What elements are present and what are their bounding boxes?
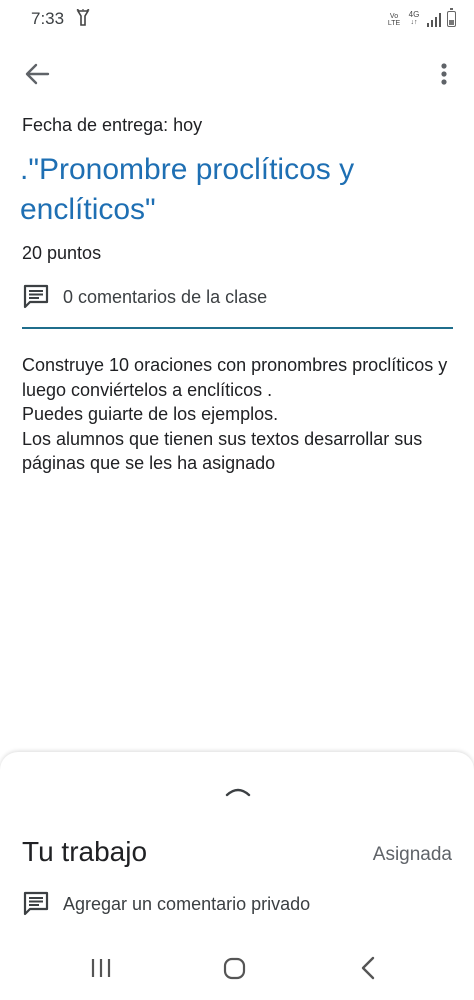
more-options-button[interactable] xyxy=(434,58,454,90)
due-date: Fecha de entrega: hoy xyxy=(22,115,203,135)
recents-button[interactable] xyxy=(90,958,112,978)
status-icons: Vo LTE 4G ↓↑ xyxy=(387,8,456,27)
comment-icon xyxy=(23,891,49,916)
add-private-comment-button[interactable]: Agregar un comentario privado xyxy=(22,890,310,918)
home-button[interactable] xyxy=(223,957,246,980)
assignment-title: ."Pronombre proclíticos y enclíticos" xyxy=(20,153,355,226)
class-comments-label: 0 comentarios de la clase xyxy=(63,286,268,307)
private-comment-label: Agregar un comentario privado xyxy=(63,893,311,914)
comment-icon xyxy=(23,284,49,309)
back-button[interactable] xyxy=(22,58,54,90)
signal-strength-icon xyxy=(427,13,441,27)
arrow-left-icon xyxy=(25,63,50,85)
your-work-title: Tu trabajo xyxy=(22,836,148,867)
status-time: 7:33 xyxy=(31,9,65,28)
recents-icon xyxy=(91,959,111,977)
chevron-left-icon xyxy=(361,956,375,980)
battery-icon xyxy=(447,8,456,27)
your-work-sheet[interactable]: Tu trabajo Asignada Agregar un comentari… xyxy=(0,752,474,938)
home-icon xyxy=(223,957,246,980)
status-bar: 7:33 Vo LTE 4G ↓↑ xyxy=(0,0,474,36)
network-type-indicator: 4G ↓↑ xyxy=(408,10,420,27)
volte-indicator: Vo LTE xyxy=(387,13,401,27)
system-back-button[interactable] xyxy=(360,956,376,980)
system-nav-bar xyxy=(0,938,474,1000)
your-work-status: Asignada xyxy=(372,844,452,865)
assignment-points: 20 puntos xyxy=(22,243,102,263)
screen: 7:33 Vo LTE 4G ↓↑ Fecha de entrega: hoy … xyxy=(0,0,474,1000)
header-divider xyxy=(22,327,453,329)
flashlight-notification-icon xyxy=(76,9,90,26)
assignment-description: Construye 10 oraciones con pronombres pr… xyxy=(22,355,448,473)
more-vertical-icon xyxy=(441,63,447,85)
battery-fill xyxy=(449,20,454,25)
chevron-up-icon[interactable] xyxy=(224,784,252,798)
class-comments-button[interactable]: 0 comentarios de la clase xyxy=(22,283,267,311)
